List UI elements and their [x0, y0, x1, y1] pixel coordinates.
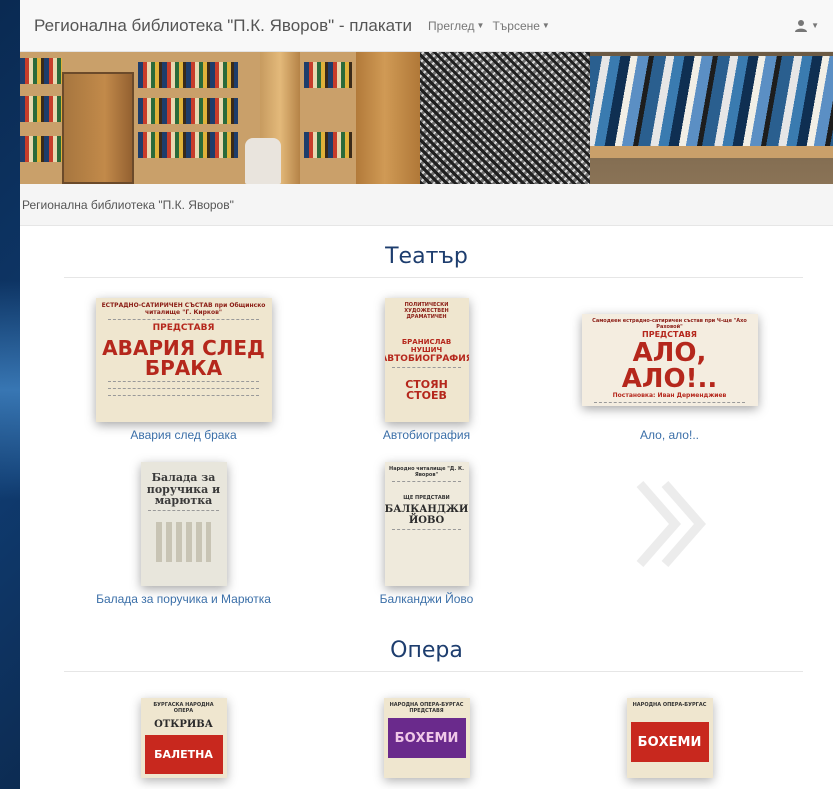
top-navbar: Регионална библиотека "П.К. Яворов" - пл…: [20, 0, 833, 52]
poster-item[interactable]: Самодеен естрадно-сатиричен състав при Ч…: [548, 298, 791, 442]
menu-browse[interactable]: Преглед ▼: [428, 19, 484, 33]
section-title: Опера: [390, 638, 463, 663]
poster-item[interactable]: НАРОДНА ОПЕРА-БУРГАС ПРЕДСТАВЯ БОХЕМИ: [305, 698, 548, 778]
poster-text: ЩЕ ПРЕДСТАВИ: [403, 495, 450, 501]
user-icon: [795, 19, 808, 32]
poster-text: БОХЕМИ: [630, 722, 709, 762]
site-brand[interactable]: Регионална библиотека "П.К. Яворов" - пл…: [34, 16, 412, 36]
poster-text: БАЛКАНДЖИ ЙОВО: [384, 504, 469, 526]
section-title: Театър: [385, 244, 468, 269]
show-more-button[interactable]: [548, 462, 791, 586]
poster-thumbnail[interactable]: НАРОДНА ОПЕРА-БУРГАС БОХЕМИ: [626, 698, 713, 778]
poster-text: АВТОБИОГРАФИЯ: [384, 353, 469, 364]
poster-thumbnail[interactable]: ПОЛИТИЧЕСКИ ХУДОЖЕСТВЕН ДРАМАТИЧЕН БРАНИ…: [384, 298, 469, 422]
poster-item[interactable]: БУРГАСКА НАРОДНА ОПЕРА ОТКРИВА БАЛЕТНА: [62, 698, 305, 778]
poster-text: БОХЕМИ: [387, 718, 466, 758]
poster-text: ПРЕДСТАВЯ: [409, 708, 444, 714]
poster-caption[interactable]: Авария след брака: [130, 428, 236, 442]
caret-down-icon: ▼: [476, 21, 485, 30]
poster-text: ОТКРИВА: [154, 719, 213, 730]
poster-text: Самодеен естрадно-сатиричен състав при Ч…: [592, 318, 747, 330]
poster-item[interactable]: ЕСТРАДНО-САТИРИЧЕН СЪСТАВ при Общинско ч…: [62, 298, 305, 442]
poster-text: Постановка: Иван Дерменджиев: [612, 391, 727, 399]
poster-text: ЕСТРАДНО-САТИРИЧЕН СЪСТАВ при Общинско ч…: [101, 302, 266, 317]
poster-text: БУРГАСКА НАРОДНА ОПЕРА: [153, 702, 214, 714]
user-menu[interactable]: ▼: [794, 19, 819, 33]
menu-browse-label: Преглед: [428, 18, 475, 33]
menu-search-label: Търсене: [492, 18, 540, 33]
poster-thumbnail[interactable]: Народно читалище "Д. К. Яворов" ЩЕ ПРЕДС…: [384, 462, 469, 586]
poster-illustration: [156, 521, 211, 562]
poster-caption[interactable]: Ало, ало!..: [640, 428, 699, 442]
section-divider: [64, 671, 803, 672]
poster-text: ПОЛИТИЧЕСКИ ХУДОЖЕСТВЕН ДРАМАТИЧЕН: [404, 302, 449, 320]
poster-text: Народно читалище "Д. К. Яворов": [389, 466, 464, 478]
poster-item[interactable]: НАРОДНА ОПЕРА-БУРГАС БОХЕМИ: [548, 698, 791, 778]
poster-thumbnail[interactable]: НАРОДНА ОПЕРА-БУРГАС ПРЕДСТАВЯ БОХЕМИ: [383, 698, 470, 778]
section-opera: Опера БУРГАСКА НАРОДНА ОПЕРА ОТКРИВА БАЛ…: [20, 620, 833, 778]
breadcrumb: Регионална библиотека "П.К. Яворов": [20, 184, 833, 226]
poster-caption[interactable]: Автобиография: [383, 428, 470, 442]
poster-thumbnail[interactable]: Балада за поручика и марютка: [140, 462, 227, 586]
double-chevron-right-icon: [636, 481, 706, 567]
poster-item[interactable]: Народно читалище "Д. К. Яворов" ЩЕ ПРЕДС…: [305, 462, 548, 606]
poster-text: ПРЕДСТАВЯ: [152, 323, 215, 334]
poster-caption[interactable]: Балада за поручика и Марютка: [96, 592, 271, 606]
poster-text: АЛО, АЛО!..: [621, 337, 718, 394]
poster-thumbnail[interactable]: БУРГАСКА НАРОДНА ОПЕРА ОТКРИВА БАЛЕТНА: [140, 698, 227, 778]
poster-text: БРАНИСЛАВ НУШИЧ: [401, 338, 452, 355]
poster-text: АВАРИЯ СЛЕД БРАКА: [102, 336, 265, 381]
poster-item[interactable]: Балада за поручика и марютка Балада за п…: [62, 462, 305, 606]
poster-grid: ЕСТРАДНО-САТИРИЧЕН СЪСТАВ при Общинско ч…: [20, 278, 833, 606]
section-theatre: Театър ЕСТРАДНО-САТИРИЧЕН СЪСТАВ при Общ…: [20, 226, 833, 606]
header-banner-image: [20, 52, 833, 184]
browser-page: Регионална библиотека "П.К. Яворов" - пл…: [20, 0, 833, 789]
poster-thumbnail[interactable]: ЕСТРАДНО-САТИРИЧЕН СЪСТАВ при Общинско ч…: [95, 298, 272, 422]
caret-down-icon: ▼: [811, 21, 819, 30]
poster-text: Балада за поручика и марютка: [146, 471, 221, 508]
poster-text: БАЛЕТНА: [144, 734, 223, 774]
poster-grid: БУРГАСКА НАРОДНА ОПЕРА ОТКРИВА БАЛЕТНА Н…: [20, 698, 833, 778]
poster-item[interactable]: ПОЛИТИЧЕСКИ ХУДОЖЕСТВЕН ДРАМАТИЧЕН БРАНИ…: [305, 298, 548, 442]
caret-down-icon: ▼: [541, 21, 550, 30]
poster-thumbnail[interactable]: Самодеен естрадно-сатиричен състав при Ч…: [581, 314, 758, 406]
poster-caption[interactable]: Балканджи Йово: [380, 592, 474, 606]
poster-text: НАРОДНА ОПЕРА-БУРГАС: [632, 702, 707, 708]
menu-search[interactable]: Търсене ▼: [492, 19, 549, 33]
poster-text: СТОЯН СТОЕВ: [405, 377, 448, 402]
breadcrumb-home[interactable]: Регионална библиотека "П.К. Яворов": [22, 198, 234, 212]
